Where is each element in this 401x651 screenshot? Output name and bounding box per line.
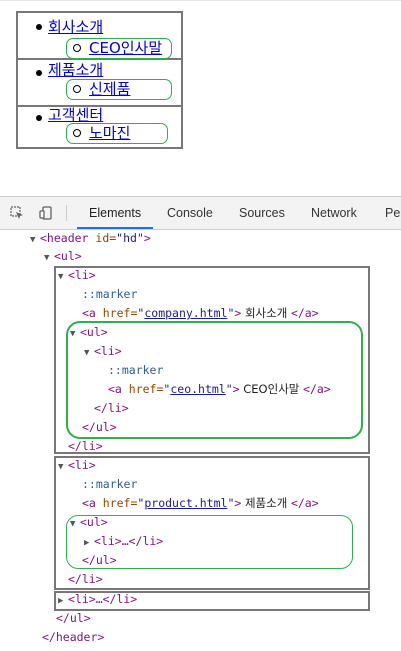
inspect-element-icon[interactable] xyxy=(10,206,24,220)
expand-triangle-icon[interactable]: ▼ xyxy=(58,269,68,285)
dom-node-ul[interactable]: ▼ <ul> xyxy=(70,514,108,530)
expand-triangle-icon[interactable]: ▼ xyxy=(70,326,80,342)
href-link[interactable]: company.html xyxy=(144,306,227,320)
dom-node-ul[interactable]: ▼ <ul> xyxy=(44,248,82,264)
expand-triangle-icon[interactable]: ▼ xyxy=(30,232,40,248)
href-link[interactable]: ceo.html xyxy=(170,382,225,396)
dom-node-li[interactable]: ▼ <li> xyxy=(84,343,122,359)
dom-node-close[interactable]: </ul> xyxy=(82,552,117,568)
sub-link-new-product[interactable]: 신제품 xyxy=(89,81,130,97)
dom-node-a[interactable]: <a href="product.html"> 제품소개 </a> xyxy=(82,495,319,511)
nav-link-product[interactable]: 제품소개 xyxy=(48,62,103,78)
dom-node-a[interactable]: <a href="company.html"> 회사소개 </a> xyxy=(82,305,319,321)
dom-node-li[interactable]: ▼ <li> xyxy=(58,457,96,473)
bullet-icon xyxy=(36,70,42,76)
sub-link-ceo[interactable]: CEO인사말 xyxy=(89,40,162,56)
dom-node-a[interactable]: <a href="ceo.html"> CEO인사말 </a> xyxy=(108,381,331,397)
bullet-icon xyxy=(36,24,42,30)
nav-item-box: 제품소개 신제품 xyxy=(18,60,181,107)
circle-bullet-icon xyxy=(73,85,81,93)
nav-item-box: 회사소개 CEO인사말 xyxy=(18,13,181,60)
top-border xyxy=(0,0,401,1)
sub-link-nomargin[interactable]: 노마진 xyxy=(89,125,130,141)
tab-network[interactable]: Network xyxy=(311,206,357,220)
sub-item-highlight: 노마진 xyxy=(66,123,168,144)
dom-node-close[interactable]: </li> xyxy=(68,438,103,454)
expand-triangle-icon[interactable]: ▼ xyxy=(84,345,94,361)
tab-performance[interactable]: Pe xyxy=(385,206,400,220)
dom-node-header[interactable]: ▼ <header id="hd"> xyxy=(30,230,151,246)
dom-node-li-collapsed[interactable]: ▶ <li>…</li> xyxy=(84,533,163,549)
expand-triangle-icon[interactable]: ▼ xyxy=(44,250,54,266)
dom-pseudo-marker[interactable]: ::marker xyxy=(108,362,163,378)
dom-node-ul[interactable]: ▼ <ul> xyxy=(70,324,108,340)
expand-triangle-icon[interactable]: ▼ xyxy=(58,459,68,475)
dom-node-close[interactable]: </li> xyxy=(94,400,129,416)
dom-node-li-collapsed[interactable]: ▶ <li>…</li> xyxy=(58,591,137,607)
nav-link-support[interactable]: 고객센터 xyxy=(48,107,103,123)
tab-sources[interactable]: Sources xyxy=(239,206,285,220)
dom-node-close[interactable]: </header> xyxy=(42,629,104,645)
dom-pseudo-marker[interactable]: ::marker xyxy=(82,476,137,492)
tab-console[interactable]: Console xyxy=(167,206,213,220)
device-toolbar-icon[interactable] xyxy=(39,206,53,220)
circle-bullet-icon xyxy=(73,44,81,52)
bullet-icon xyxy=(36,115,42,121)
collapsed-triangle-icon[interactable]: ▶ xyxy=(84,535,94,551)
devtools-tab-bar: Elements Console Sources Network Pe xyxy=(0,196,401,230)
href-link[interactable]: product.html xyxy=(144,496,227,510)
dom-node-li[interactable]: ▼ <li> xyxy=(58,267,96,283)
toolbar-divider xyxy=(66,205,67,221)
expand-triangle-icon[interactable]: ▼ xyxy=(70,516,80,532)
dom-node-close[interactable]: </ul> xyxy=(56,610,91,626)
nav-item-box: 고객센터 노마진 xyxy=(18,107,181,149)
collapsed-triangle-icon[interactable]: ▶ xyxy=(58,593,68,609)
dom-node-close[interactable]: </li> xyxy=(68,571,103,587)
sub-item-highlight: CEO인사말 xyxy=(66,38,172,59)
dom-pseudo-marker[interactable]: ::marker xyxy=(82,286,137,302)
circle-bullet-icon xyxy=(73,129,81,137)
active-tab-indicator xyxy=(77,227,153,229)
page-preview-nav: 회사소개 CEO인사말 제품소개 신제품 고객센터 노마진 xyxy=(16,11,183,149)
nav-link-company[interactable]: 회사소개 xyxy=(48,19,103,35)
devtools-panel: Elements Console Sources Network Pe ▼ <he… xyxy=(0,196,401,651)
dom-node-close[interactable]: </ul> xyxy=(82,419,117,435)
sub-item-highlight: 신제품 xyxy=(66,79,172,100)
tab-elements[interactable]: Elements xyxy=(89,206,141,220)
